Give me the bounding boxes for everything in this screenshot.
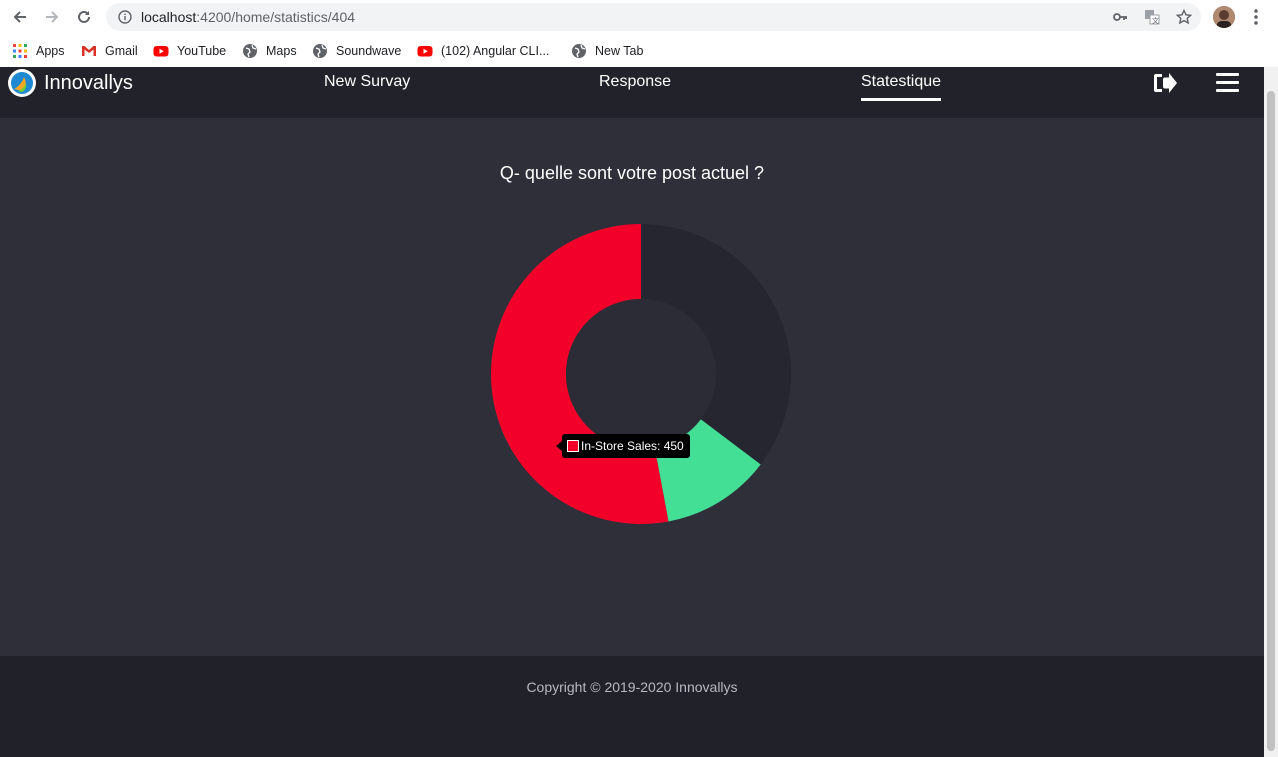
reload-button[interactable] xyxy=(73,6,95,28)
back-button[interactable] xyxy=(9,6,31,28)
bookmarks-bar: Apps Gmail YouTube Maps Soundwave (102) … xyxy=(0,34,1278,67)
innovallys-logo-icon xyxy=(8,69,36,97)
apps-grid-icon xyxy=(13,44,27,58)
bookmark-soundwave[interactable]: Soundwave xyxy=(312,42,401,60)
youtube-icon xyxy=(417,46,433,57)
chart-tooltip: In-Store Sales: 450 xyxy=(556,434,690,458)
bookmark-label: New Tab xyxy=(595,44,644,58)
bookmark-label: Gmail xyxy=(105,44,138,58)
bookmark-angular-cli[interactable]: (102) Angular CLI... xyxy=(417,42,549,60)
question-title: Q- quelle sont votre post actuel ? xyxy=(499,163,765,183)
bookmark-youtube[interactable]: YouTube xyxy=(153,42,226,60)
nav-response[interactable]: Response xyxy=(599,73,671,91)
youtube-icon xyxy=(153,46,169,57)
more-menu-icon[interactable] xyxy=(1249,8,1263,26)
profile-avatar[interactable] xyxy=(1213,6,1235,28)
bookmark-label: Maps xyxy=(266,44,297,58)
footer: Copyright © 2019-2020 Innovallys xyxy=(0,656,1264,757)
key-icon[interactable] xyxy=(1112,9,1128,25)
bookmark-label: Apps xyxy=(36,44,65,58)
globe-icon xyxy=(313,44,327,58)
arrow-right-icon xyxy=(46,11,59,23)
forward-button[interactable] xyxy=(41,6,63,28)
translate-icon[interactable]: 文 xyxy=(1144,9,1160,25)
bookmark-label: YouTube xyxy=(177,44,227,58)
top-navbar: Innovallys New Survay Response Statestiq… xyxy=(0,67,1264,118)
bookmark-label: (102) Angular CLI... xyxy=(441,44,550,58)
nav-statistics[interactable]: Statestique xyxy=(861,73,942,101)
url-path: :4200/home/statistics/404 xyxy=(196,9,356,25)
info-icon[interactable] xyxy=(118,10,132,24)
doughnut-chart xyxy=(491,224,792,524)
page-scrollbar[interactable] xyxy=(1264,67,1278,757)
bookmark-label: Soundwave xyxy=(336,44,402,58)
browser-toolbar: localhost:4200/home/statistics/404 文 xyxy=(0,0,1278,34)
tooltip-color-swatch xyxy=(567,440,579,452)
globe-icon xyxy=(572,44,586,58)
copyright-text: Copyright © 2019-2020 Innovallys xyxy=(526,679,738,695)
bookmark-gmail[interactable]: Gmail xyxy=(81,42,138,60)
logout-icon[interactable] xyxy=(1152,71,1178,95)
arrow-left-icon xyxy=(13,11,26,23)
address-bar[interactable]: localhost:4200/home/statistics/404 文 xyxy=(106,3,1201,31)
bookmark-maps[interactable]: Maps xyxy=(242,42,297,60)
url-text[interactable]: localhost:4200/home/statistics/404 xyxy=(141,9,355,25)
bookmark-apps[interactable]: Apps xyxy=(12,42,65,60)
doughnut-hole xyxy=(566,299,716,449)
bookmark-new-tab[interactable]: New Tab xyxy=(571,42,643,60)
gmail-icon xyxy=(82,46,96,56)
url-host: localhost xyxy=(141,9,197,25)
hamburger-menu-icon[interactable] xyxy=(1216,73,1239,92)
brand-link[interactable]: Innovallys xyxy=(8,68,133,98)
nav-new-survey[interactable]: New Survay xyxy=(324,73,410,91)
person-icon xyxy=(1213,6,1235,28)
star-icon[interactable] xyxy=(1176,9,1192,25)
globe-icon xyxy=(243,44,257,58)
app-page: Innovallys New Survay Response Statestiq… xyxy=(0,67,1264,757)
brand-name: Innovallys xyxy=(44,71,133,94)
svg-text:文: 文 xyxy=(1152,16,1159,25)
reload-icon xyxy=(78,10,90,23)
scrollbar-thumb[interactable] xyxy=(1267,91,1275,751)
tooltip-text: In-Store Sales: 450 xyxy=(581,439,684,453)
